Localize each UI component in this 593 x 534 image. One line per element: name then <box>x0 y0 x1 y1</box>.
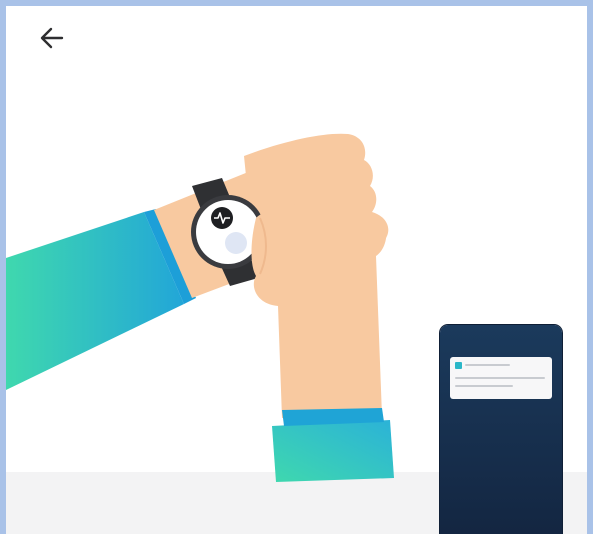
right-sleeve <box>272 420 394 482</box>
watch-subdial <box>225 232 247 254</box>
notification-card <box>450 357 552 399</box>
notification-line <box>455 385 513 387</box>
notification-line <box>455 377 545 379</box>
app-screen <box>6 6 587 534</box>
arrow-left-icon <box>40 27 64 49</box>
back-button[interactable] <box>28 14 76 62</box>
right-forearm <box>251 203 387 418</box>
app-icon <box>455 362 462 369</box>
phone-illustration <box>440 325 562 534</box>
notification-line <box>465 364 510 366</box>
